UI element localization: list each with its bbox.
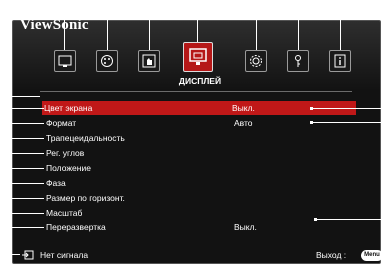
tab-info[interactable] xyxy=(329,50,351,72)
tab-setup[interactable] xyxy=(245,50,267,72)
tab-color[interactable] xyxy=(96,50,118,72)
brand-logo: ViewSonic xyxy=(20,17,89,33)
key-icon xyxy=(295,55,301,67)
menu-item-phase[interactable]: Фаза xyxy=(44,176,364,190)
info-icon xyxy=(334,54,346,68)
menu-key-badge[interactable]: Menu xyxy=(361,250,383,261)
menu-item-horizontal-size[interactable]: Размер по горизонт. xyxy=(44,191,364,205)
signal-status: Нет сигнала xyxy=(40,250,89,260)
menu-item-overscan[interactable]: Переразвертка Выкл. xyxy=(44,220,364,234)
gear-icon xyxy=(250,55,262,67)
menu-item-aspect-ratio[interactable]: Формат Авто xyxy=(44,116,364,130)
display-icon xyxy=(189,48,207,65)
image-icon xyxy=(58,55,72,67)
input-source-icon xyxy=(22,250,34,260)
menu-item-screen-color[interactable]: Цвет экрана Выкл. xyxy=(42,101,356,115)
exit-label: Выход : xyxy=(316,250,347,260)
active-tab-title: ДИСПЛЕЙ xyxy=(178,76,222,86)
hand-settings-icon xyxy=(142,54,156,68)
menu-item-corner-adjust[interactable]: Рег. углов xyxy=(44,146,364,160)
tab-security[interactable] xyxy=(287,50,309,72)
menu-separator xyxy=(40,91,352,92)
tab-display[interactable] xyxy=(183,42,213,72)
tab-image[interactable] xyxy=(54,50,76,72)
menu-item-position[interactable]: Положение xyxy=(44,161,364,175)
palette-icon xyxy=(101,55,113,67)
menu-item-keystone[interactable]: Трапецеидальность xyxy=(44,131,364,145)
tab-advanced[interactable] xyxy=(138,50,160,72)
